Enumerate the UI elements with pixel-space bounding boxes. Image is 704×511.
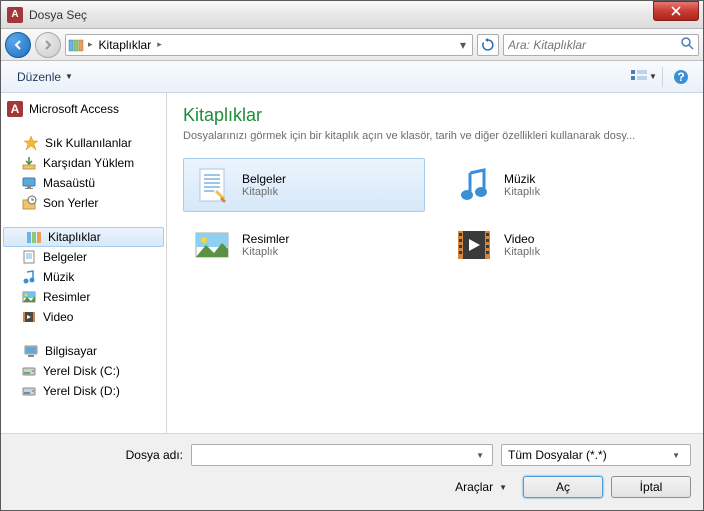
view-tiles-icon [631, 70, 647, 84]
svg-text:A: A [11, 102, 20, 116]
sidebar-item-disk-c[interactable]: Yerel Disk (C:) [1, 361, 166, 381]
search-icon [680, 36, 694, 53]
star-icon [23, 135, 39, 151]
access-app-icon: A [7, 7, 23, 23]
recent-icon [21, 195, 37, 211]
file-filter-dropdown[interactable]: Tüm Dosyalar (*.*) ▼ [501, 444, 691, 466]
sidebar: A Microsoft Access Sık Kullanılanlar Kar… [1, 93, 167, 433]
chevron-right-icon: ▸ [153, 39, 166, 50]
cancel-button[interactable]: İptal [611, 476, 691, 498]
dialog-body: A Microsoft Access Sık Kullanılanlar Kar… [1, 93, 703, 433]
computer-icon [23, 343, 39, 359]
open-button[interactable]: Aç [523, 476, 603, 498]
documents-icon [21, 249, 37, 265]
disk-icon [21, 383, 37, 399]
organize-button[interactable]: Düzenle ▼ [9, 66, 81, 88]
videos-icon [21, 309, 37, 325]
refresh-icon [481, 38, 495, 52]
pictures-icon [192, 225, 232, 265]
tools-button[interactable]: Araçlar ▼ [447, 480, 515, 494]
downloads-icon [21, 155, 37, 171]
filename-label: Dosya adı: [13, 448, 183, 462]
sidebar-item-disk-d[interactable]: Yerel Disk (D:) [1, 381, 166, 401]
library-item-pictures[interactable]: Resimler Kitaplık [183, 218, 425, 272]
arrow-left-icon [12, 39, 24, 51]
music-icon [21, 269, 37, 285]
content-description: Dosyalarınızı görmek için bir kitaplık a… [183, 130, 687, 142]
view-options-button[interactable]: ▼ [631, 66, 657, 88]
toolbar: Düzenle ▼ ▼ ? [1, 61, 703, 93]
sidebar-item-downloads[interactable]: Karşıdan Yüklem [1, 153, 166, 173]
chevron-right-icon: ▸ [84, 39, 97, 50]
footer: Dosya adı: ▼ Tüm Dosyalar (*.*) ▼ Araçla… [1, 433, 703, 510]
search-input[interactable] [508, 38, 680, 52]
library-item-documents[interactable]: Belgeler Kitaplık [183, 158, 425, 212]
arrow-right-icon [42, 39, 54, 51]
help-icon: ? [673, 69, 689, 85]
sidebar-item-documents[interactable]: Belgeler [1, 247, 166, 267]
sidebar-item-music[interactable]: Müzik [1, 267, 166, 287]
music-icon [454, 165, 494, 205]
disk-icon [21, 363, 37, 379]
content-title: Kitaplıklar [183, 105, 687, 126]
sidebar-item-libraries[interactable]: Kitaplıklar [3, 227, 164, 247]
close-button[interactable] [653, 1, 699, 21]
filename-input[interactable] [196, 448, 472, 462]
chevron-down-icon: ▼ [499, 483, 507, 492]
library-item-music[interactable]: Müzik Kitaplık [445, 158, 687, 212]
nav-forward-button[interactable] [35, 32, 61, 58]
sidebar-item-videos[interactable]: Video [1, 307, 166, 327]
chevron-down-icon: ▼ [668, 451, 684, 460]
chevron-down-icon: ▼ [65, 72, 73, 81]
desktop-icon [21, 175, 37, 191]
content-pane: Kitaplıklar Dosyalarınızı görmek için bi… [167, 93, 703, 433]
videos-icon [454, 225, 494, 265]
chevron-down-icon[interactable]: ▼ [472, 451, 488, 460]
sidebar-item-favorites[interactable]: Sık Kullanılanlar [1, 133, 166, 153]
search-box[interactable] [503, 34, 699, 56]
chevron-down-icon: ▼ [649, 72, 657, 81]
sidebar-item-recent[interactable]: Son Yerler [1, 193, 166, 213]
items-grid: Belgeler Kitaplık Müzik Kitaplık Resimle… [183, 158, 687, 272]
library-item-videos[interactable]: Video Kitaplık [445, 218, 687, 272]
libraries-icon [68, 37, 84, 53]
file-dialog: A Dosya Seç ▸ Kitaplıklar ▸ ▾ [0, 0, 704, 511]
sidebar-item-computer[interactable]: Bilgisayar [1, 341, 166, 361]
navbar: ▸ Kitaplıklar ▸ ▾ [1, 29, 703, 61]
libraries-icon [26, 229, 42, 245]
titlebar: A Dosya Seç [1, 1, 703, 29]
breadcrumb-dropdown[interactable]: ▾ [456, 38, 470, 52]
filename-combobox[interactable]: ▼ [191, 444, 493, 466]
close-icon [671, 6, 681, 16]
sidebar-item-access[interactable]: A Microsoft Access [1, 99, 166, 119]
svg-text:?: ? [677, 70, 684, 84]
sidebar-item-pictures[interactable]: Resimler [1, 287, 166, 307]
sidebar-item-desktop[interactable]: Masaüstü [1, 173, 166, 193]
refresh-button[interactable] [477, 34, 499, 56]
breadcrumb-current[interactable]: Kitaplıklar [97, 38, 154, 52]
window-title: Dosya Seç [29, 8, 653, 22]
breadcrumb[interactable]: ▸ Kitaplıklar ▸ ▾ [65, 34, 473, 56]
nav-back-button[interactable] [5, 32, 31, 58]
access-icon: A [7, 101, 23, 117]
help-button[interactable]: ? [668, 66, 694, 88]
documents-icon [192, 165, 232, 205]
pictures-icon [21, 289, 37, 305]
